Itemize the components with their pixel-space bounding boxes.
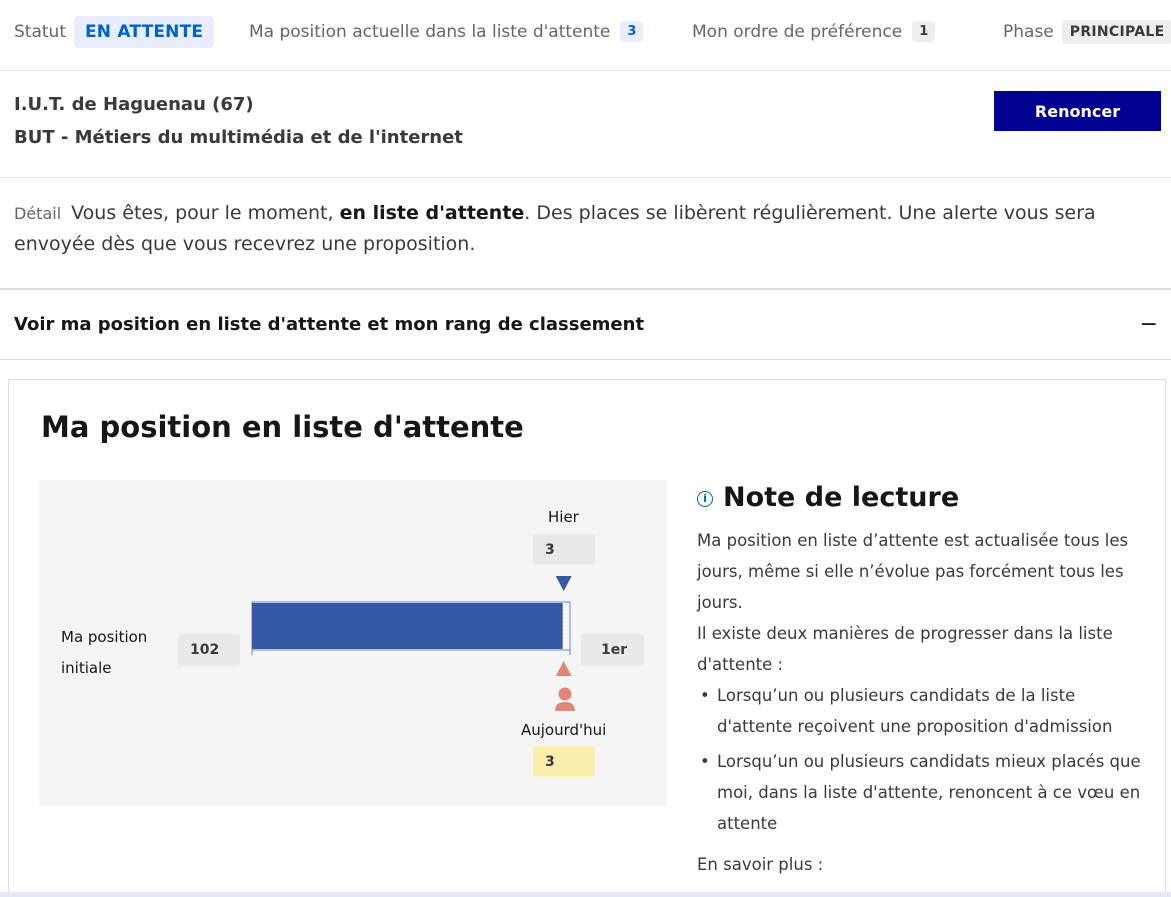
note-paragraph-2: Il existe deux manières de progresser da… <box>697 624 1113 674</box>
progress-bar <box>252 603 563 649</box>
phase-label: Phase <box>1003 21 1054 42</box>
detail-text-bold: en liste d'attente <box>339 202 525 224</box>
accordion-title: Voir ma position en liste d'attente et m… <box>14 314 645 335</box>
status-badge: EN ATTENTE <box>73 15 215 48</box>
preference-group: Mon ordre de préférence 1 <box>692 14 936 49</box>
yesterday-value: 3 <box>533 534 595 565</box>
waitlist-position-badge: 3 <box>620 21 644 42</box>
status-row: Statut EN ATTENTE Ma position actuelle d… <box>0 0 1171 71</box>
initial-position-value: 102 <box>178 634 240 666</box>
waitlist-position-label: Ma position actuelle dans la liste d'att… <box>249 21 611 42</box>
detail-text-before: Vous êtes, pour le moment, <box>71 202 340 224</box>
school-name: I.U.T. de Haguenau (67) <box>14 94 254 115</box>
initial-position-label-line1: Ma position <box>61 628 148 646</box>
collapse-icon: − <box>1139 312 1158 337</box>
yesterday-marker-icon <box>555 576 572 591</box>
preference-badge: 1 <box>912 21 936 42</box>
phase-badge: PRINCIPALE <box>1061 19 1171 44</box>
formation-name: BUT - Métiers du multimédia et de l'inte… <box>14 127 463 148</box>
learn-more-label: En savoir plus : <box>697 855 824 874</box>
preference-label: Mon ordre de préférence <box>692 21 903 42</box>
status-group: Statut EN ATTENTE <box>14 14 215 49</box>
note-title: i Note de lecture <box>697 482 959 513</box>
note-paragraph-1: Ma position en liste d’attente est actua… <box>697 531 1129 612</box>
yesterday-label: Hier <box>548 508 579 526</box>
waitlist-chart: Ma position initiale 102 1er Hier 3 Aujo… <box>39 480 667 806</box>
note-title-text: Note de lecture <box>723 482 960 513</box>
note-bullet-1: Lorsqu’un ou plusieurs candidats de la l… <box>697 680 1147 742</box>
today-marker-icon <box>555 661 572 676</box>
detail-text: Détail Vous êtes, pour le moment, en list… <box>14 198 1154 260</box>
phase-group: Phase PRINCIPALE <box>1003 14 1171 49</box>
waitlist-accordion-toggle[interactable]: Voir ma position en liste d'attente et m… <box>0 288 1171 360</box>
today-label: Aujourd'hui <box>521 721 607 739</box>
status-label: Statut <box>14 21 66 42</box>
today-value: 3 <box>533 746 595 777</box>
panel-title: Ma position en liste d'attente <box>41 410 524 444</box>
renounce-button[interactable]: Renoncer <box>994 91 1161 131</box>
note-list: Lorsqu’un ou plusieurs candidats de la l… <box>697 680 1147 839</box>
person-icon <box>555 687 575 711</box>
waitlist-position-group: Ma position actuelle dans la liste d'att… <box>249 14 644 49</box>
bottom-divider <box>0 892 1171 897</box>
first-rank-label: 1er <box>581 634 644 666</box>
waitlist-panel: Ma position en liste d'attente Ma positi… <box>8 379 1166 897</box>
info-icon: i <box>697 490 713 507</box>
note-bullet-2: Lorsqu’un ou plusieurs candidats mieux p… <box>697 746 1147 839</box>
initial-position-label-line2: initiale <box>61 659 112 677</box>
detail-label: Détail <box>14 204 62 223</box>
note-body: Ma position en liste d’attente est actua… <box>697 525 1147 880</box>
program-block: I.U.T. de Haguenau (67) BUT - Métiers du… <box>0 71 1171 178</box>
